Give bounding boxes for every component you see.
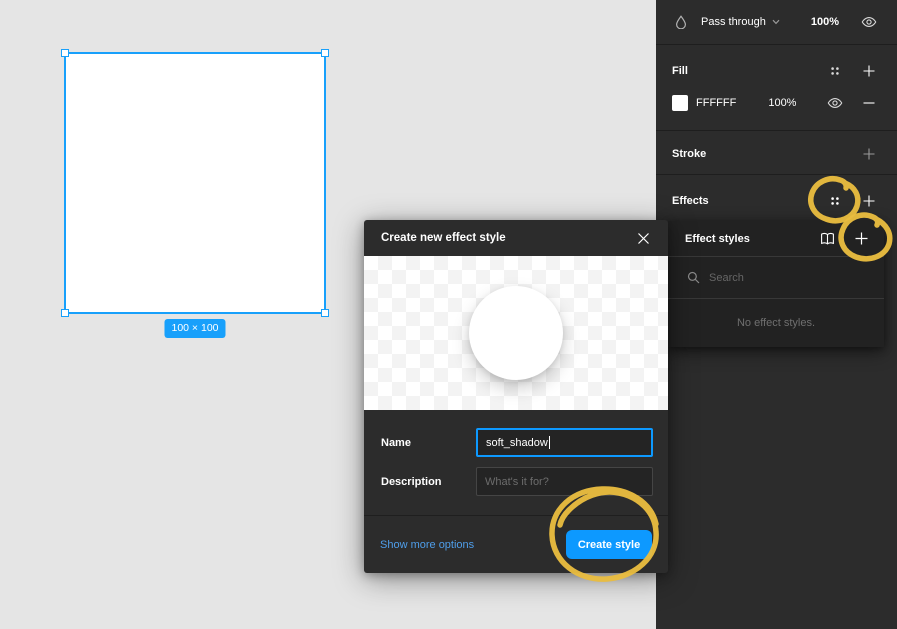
- blend-mode-row[interactable]: Pass through 100%: [656, 0, 897, 44]
- add-effect-plus-icon[interactable]: [860, 192, 878, 210]
- fill-row[interactable]: FFFFFF 100%: [656, 89, 897, 117]
- name-input-value: soft_shadow: [486, 437, 548, 449]
- name-input[interactable]: soft_shadow: [476, 428, 653, 457]
- dialog-title: Create new effect style: [381, 232, 506, 244]
- name-field-label: Name: [381, 437, 476, 449]
- description-field-row: Description What's it for?: [381, 467, 653, 496]
- dialog-header[interactable]: Create new effect style: [364, 220, 668, 256]
- effect-styles-popup-title: Effect styles: [685, 233, 750, 245]
- divider: [656, 44, 897, 45]
- selected-rectangle[interactable]: 100 × 100: [64, 52, 326, 314]
- divider: [656, 130, 897, 131]
- close-x-icon[interactable]: [633, 228, 653, 248]
- four-dots-style-icon[interactable]: [826, 192, 844, 210]
- resize-handle-bottom-left[interactable]: [61, 309, 69, 317]
- effect-preview-circle: [469, 286, 563, 380]
- create-style-button[interactable]: Create style: [566, 530, 652, 559]
- create-style-plus-icon[interactable]: [852, 230, 870, 248]
- droplet-icon: [672, 13, 690, 31]
- resize-handle-top-right[interactable]: [321, 49, 329, 57]
- effect-styles-search-row[interactable]: [668, 257, 884, 299]
- open-book-library-icon[interactable]: [818, 230, 836, 248]
- eye-icon[interactable]: [826, 94, 844, 112]
- remove-fill-minus-icon[interactable]: [860, 94, 878, 112]
- stroke-section-title: Stroke: [672, 148, 706, 160]
- name-field-row: Name soft_shadow: [381, 428, 653, 457]
- resize-handle-top-left[interactable]: [61, 49, 69, 57]
- layer-opacity-value[interactable]: 100%: [811, 16, 839, 28]
- four-dots-style-icon[interactable]: [826, 62, 844, 80]
- add-stroke-plus-icon[interactable]: [860, 145, 878, 163]
- eye-icon[interactable]: [860, 13, 878, 31]
- chevron-down-icon: [772, 19, 780, 25]
- text-caret: [549, 436, 550, 449]
- fill-section-title: Fill: [672, 65, 688, 77]
- effect-styles-popup-header: Effect styles: [668, 221, 884, 257]
- fill-opacity-value[interactable]: 100%: [768, 97, 796, 109]
- fill-color-swatch[interactable]: [672, 95, 688, 111]
- effects-section-title: Effects: [672, 195, 709, 207]
- dialog-footer: Show more options Create style: [364, 515, 668, 573]
- effect-styles-search-input[interactable]: [709, 272, 859, 284]
- divider: [656, 174, 897, 175]
- show-more-options-link[interactable]: Show more options: [380, 539, 474, 551]
- effects-section-header: Effects: [656, 186, 897, 216]
- resize-handle-bottom-right[interactable]: [321, 309, 329, 317]
- add-fill-plus-icon[interactable]: [860, 62, 878, 80]
- effect-styles-empty-state: No effect styles.: [668, 299, 884, 346]
- fill-section-header: Fill: [656, 56, 897, 86]
- create-effect-style-dialog: Create new effect style Name soft_shadow…: [364, 220, 668, 573]
- effect-styles-popup: Effect styles No effect styles.: [668, 221, 884, 347]
- description-input[interactable]: What's it for?: [476, 467, 653, 496]
- dialog-form: Name soft_shadow Description What's it f…: [364, 410, 668, 515]
- blend-mode-select[interactable]: Pass through: [701, 16, 766, 28]
- description-placeholder: What's it for?: [485, 476, 549, 488]
- fill-hex-value[interactable]: FFFFFF: [696, 97, 736, 109]
- effect-preview-area: [364, 256, 668, 410]
- stroke-section-header: Stroke: [656, 139, 897, 169]
- description-field-label: Description: [381, 476, 476, 488]
- selection-size-badge: 100 × 100: [164, 319, 225, 338]
- magnifier-icon: [687, 271, 700, 284]
